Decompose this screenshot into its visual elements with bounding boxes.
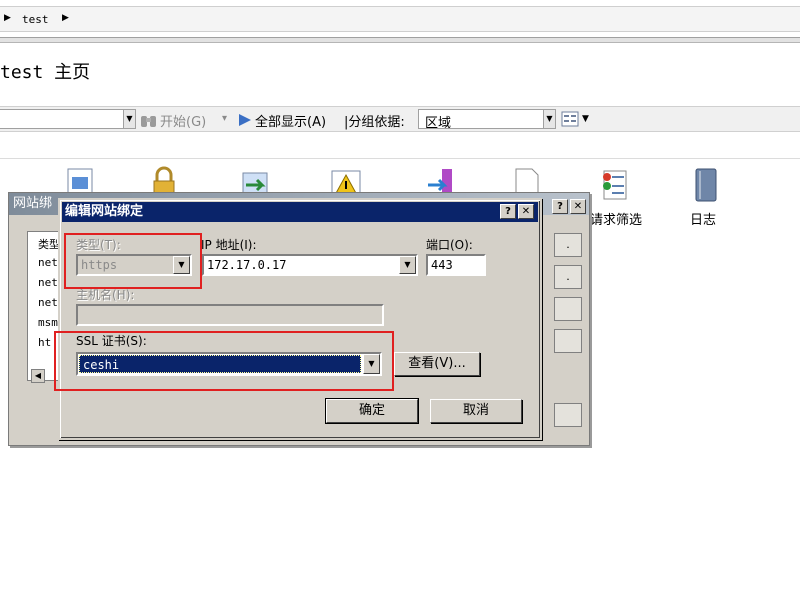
filter-combo[interactable]: ▼ bbox=[0, 109, 136, 129]
request-filter-label[interactable]: 请求筛选 bbox=[590, 209, 642, 228]
browse-button[interactable] bbox=[554, 329, 582, 353]
edit-binding-title: 编辑网站绑定 bbox=[62, 202, 538, 222]
help-button[interactable]: ? bbox=[500, 204, 516, 219]
port-value: 443 bbox=[431, 258, 453, 272]
group-by-select[interactable]: 区域 ▼ bbox=[418, 109, 556, 131]
request-filter-icon[interactable] bbox=[598, 167, 630, 203]
highlight-box-type bbox=[64, 233, 202, 289]
scroll-left-icon[interactable]: ◀ bbox=[31, 369, 45, 383]
list-item[interactable]: net bbox=[38, 276, 58, 289]
close-button[interactable]: ✕ bbox=[518, 204, 534, 219]
list-column-header: 类型 bbox=[38, 238, 60, 251]
ip-address-value: 172.17.0.17 bbox=[207, 258, 287, 272]
add-button[interactable]: . bbox=[554, 233, 582, 257]
remove-button[interactable] bbox=[554, 297, 582, 321]
breadcrumb-item-test[interactable]: test bbox=[22, 13, 49, 26]
chevron-down-icon[interactable]: ▼ bbox=[123, 110, 135, 128]
view-icon[interactable] bbox=[561, 111, 579, 127]
start-button[interactable]: 开始(G) bbox=[160, 111, 206, 130]
show-all-button[interactable]: 全部显示(A) bbox=[255, 111, 326, 130]
binoculars-icon bbox=[141, 116, 156, 127]
toolbar: ▼ 开始(G) ▾ 全部显示(A) |分组依据: 区域 ▼ ▼ bbox=[0, 106, 800, 132]
list-item[interactable]: msm bbox=[38, 316, 58, 329]
ip-address-select[interactable]: 172.17.0.17 ▼ bbox=[202, 254, 418, 276]
list-item[interactable]: net bbox=[38, 296, 58, 309]
help-button[interactable]: ? bbox=[552, 199, 568, 214]
chevron-right-icon[interactable]: ▶ bbox=[62, 13, 69, 23]
view-certificate-button[interactable]: 查看(V)... bbox=[394, 352, 480, 376]
log-icon[interactable] bbox=[690, 167, 722, 203]
page-title: test 主页 bbox=[0, 62, 91, 83]
list-item[interactable]: net bbox=[38, 256, 58, 269]
port-input[interactable]: 443 bbox=[426, 254, 486, 276]
host-name-input bbox=[76, 304, 384, 326]
chevron-down-icon[interactable]: ▾ bbox=[222, 113, 227, 124]
bindings-close-button[interactable] bbox=[554, 403, 582, 427]
ip-address-label: IP 地址(I): bbox=[201, 238, 257, 252]
ok-button[interactable]: 确定 bbox=[325, 398, 419, 424]
log-label[interactable]: 日志 bbox=[690, 209, 716, 228]
show-all-icon bbox=[239, 114, 251, 126]
group-by-value: 区域 bbox=[425, 116, 452, 131]
address-bar: ▶ test ▶ bbox=[0, 0, 800, 38]
close-button[interactable]: ✕ bbox=[570, 199, 586, 214]
group-by-label: |分组依据: bbox=[344, 115, 405, 130]
list-item[interactable]: ht bbox=[38, 336, 51, 349]
highlight-box-ssl bbox=[54, 331, 394, 391]
chevron-down-icon[interactable]: ▼ bbox=[543, 110, 555, 128]
chevron-down-icon[interactable]: ▼ bbox=[399, 256, 416, 274]
chevron-right-icon[interactable]: ▶ bbox=[4, 13, 11, 23]
cancel-button[interactable]: 取消 bbox=[430, 399, 522, 423]
divider bbox=[0, 38, 800, 43]
edit-button[interactable]: . bbox=[554, 265, 582, 289]
chevron-down-icon[interactable]: ▼ bbox=[582, 114, 589, 124]
port-label: 端口(O): bbox=[426, 238, 473, 252]
breadcrumb: ▶ test ▶ bbox=[0, 6, 800, 32]
